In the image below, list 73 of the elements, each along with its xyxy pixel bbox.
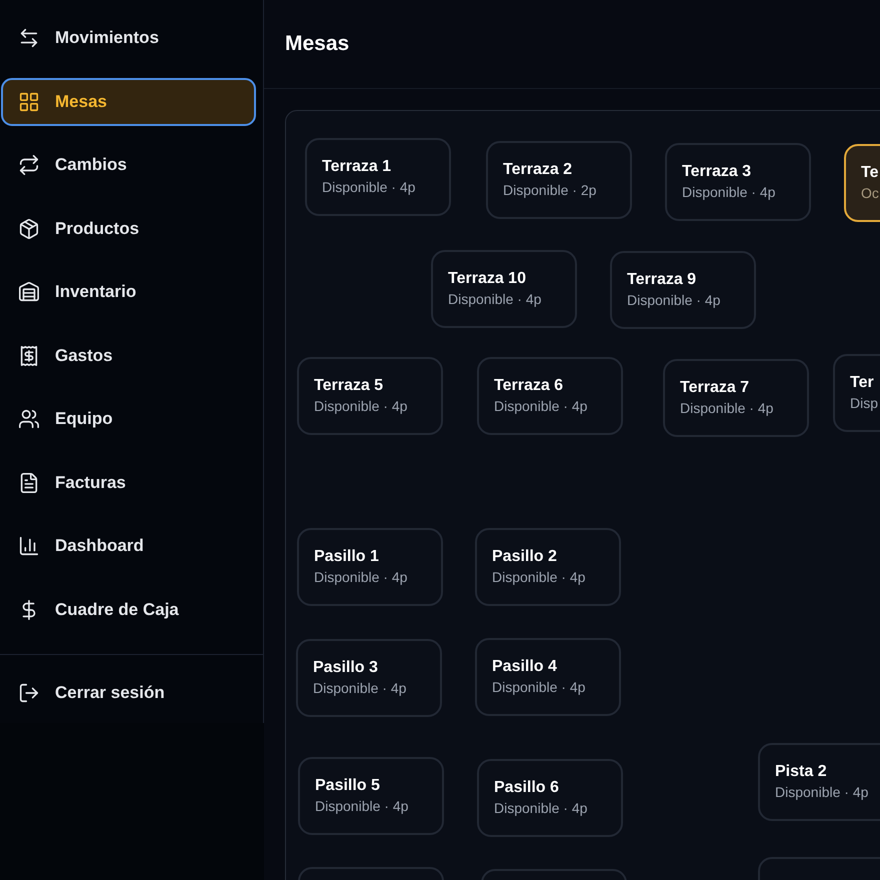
sidebar-item[interactable]: Mesas <box>1 78 256 126</box>
sidebar-item[interactable]: Dashboard <box>1 522 256 570</box>
table-card[interactable]: Pasillo 1 Disponible · 4p <box>297 528 443 606</box>
table-card[interactable]: Terraza 7 Disponible · 4p <box>663 359 809 437</box>
table-status: Disponible · 4p <box>775 783 870 802</box>
table-name: Terraza 3 <box>682 162 752 182</box>
sidebar-item[interactable]: Inventario <box>1 268 256 316</box>
sidebar-item[interactable]: Cambios <box>1 141 256 189</box>
sidebar-item[interactable]: Gastos <box>1 332 256 380</box>
table-name: Terraza 5 <box>314 376 384 396</box>
sidebar-item[interactable]: Movimientos <box>1 14 256 62</box>
table-name: Pasillo 1 <box>314 547 380 567</box>
table-name: Terraza 7 <box>680 378 750 398</box>
table-card[interactable]: Terraza 5 Disponible · 4p <box>297 357 443 435</box>
table-name: Pasillo 4 <box>492 657 558 677</box>
table-card[interactable]: Te Oc <box>844 144 880 222</box>
sidebar-item[interactable]: Facturas <box>1 458 256 506</box>
grid-icon <box>18 90 40 112</box>
table-name: Terraza 6 <box>494 376 564 396</box>
logout-icon <box>18 682 40 704</box>
table-card[interactable]: Terraza 9 Disponible · 4p <box>610 251 756 329</box>
document-icon <box>18 472 40 494</box>
table-status: Disponible · 4p <box>682 183 776 202</box>
table-name: Terraza 2 <box>503 160 574 180</box>
sidebar-item[interactable]: Productos <box>1 204 256 252</box>
table-name: Terraza 1 <box>322 157 392 177</box>
table-name: Terraza 9 <box>627 270 698 290</box>
table-status: Disponible · 2p <box>503 181 598 200</box>
table-card[interactable]: Pasillo 3 Disponible · 4p <box>296 639 442 717</box>
receipt-icon <box>18 344 40 366</box>
table-status: Disponible · 4p <box>680 399 774 418</box>
table-status: Disponible · 4p <box>448 290 542 309</box>
warehouse-icon <box>18 281 40 303</box>
table-card[interactable]: Pasillo 2 Disponible · 4p <box>475 528 621 606</box>
table-status: Disponible · 4p <box>315 797 410 816</box>
table-card[interactable]: Terraza 6 Disponible · 4p <box>477 357 623 435</box>
table-status: Disponible · 4p <box>492 568 586 587</box>
sidebar-item[interactable]: Equipo <box>1 395 256 443</box>
arrows-icon <box>18 27 40 49</box>
table-card[interactable]: Ter Disp <box>833 354 880 432</box>
table-status: Disponible · 4p <box>492 678 586 697</box>
table-card[interactable]: Terraza 2 Disponible · 2p <box>486 141 632 219</box>
table-name: Pasillo 6 <box>494 778 560 798</box>
table-card[interactable]: Terraza 1 Disponible · 4p <box>305 138 451 216</box>
table-card[interactable]: Pasillo 5 Disponible · 4p <box>298 757 444 835</box>
table-name: Pista 2 <box>775 762 828 782</box>
table-name: Pasillo 3 <box>313 658 379 678</box>
table-status: Disponible · 4p <box>494 799 588 818</box>
table-status: Disp <box>850 394 880 413</box>
table-status: Disponible · 4p <box>494 397 588 416</box>
table-card[interactable]: Terraza 3 Disponible · 4p <box>665 143 811 221</box>
repeat-icon <box>18 154 40 176</box>
sidebar-item[interactable]: Cuadre de Caja <box>1 586 256 634</box>
table-name: Terraza 10 <box>448 269 527 289</box>
users-icon <box>18 408 40 430</box>
box-icon <box>18 218 40 240</box>
table-name: Pasillo 2 <box>492 547 558 567</box>
table-status: Disponible · 4p <box>322 178 416 197</box>
table-card[interactable]: Pasillo 4 Disponible · 4p <box>475 638 621 716</box>
table-name: Te <box>861 163 880 183</box>
bar-chart-icon <box>18 535 40 557</box>
table-card[interactable]: Pista 2 Disponible · 4p <box>758 743 880 821</box>
table-status: Disponible · 4p <box>313 679 408 698</box>
table-status: Oc <box>861 184 880 203</box>
table-status: Disponible · 4p <box>314 397 408 416</box>
logout-button[interactable]: Cerrar sesión <box>1 668 256 716</box>
table-name: Ter <box>850 373 875 393</box>
table-status: Disponible · 4p <box>314 568 408 587</box>
table-status: Disponible · 4p <box>627 291 722 310</box>
table-name: Pasillo 5 <box>315 776 381 796</box>
table-card[interactable]: Pasillo 6 Disponible · 4p <box>477 759 623 837</box>
page-title: Mesas <box>285 31 350 58</box>
table-card[interactable]: Terraza 10 Disponible · 4p <box>431 250 577 328</box>
